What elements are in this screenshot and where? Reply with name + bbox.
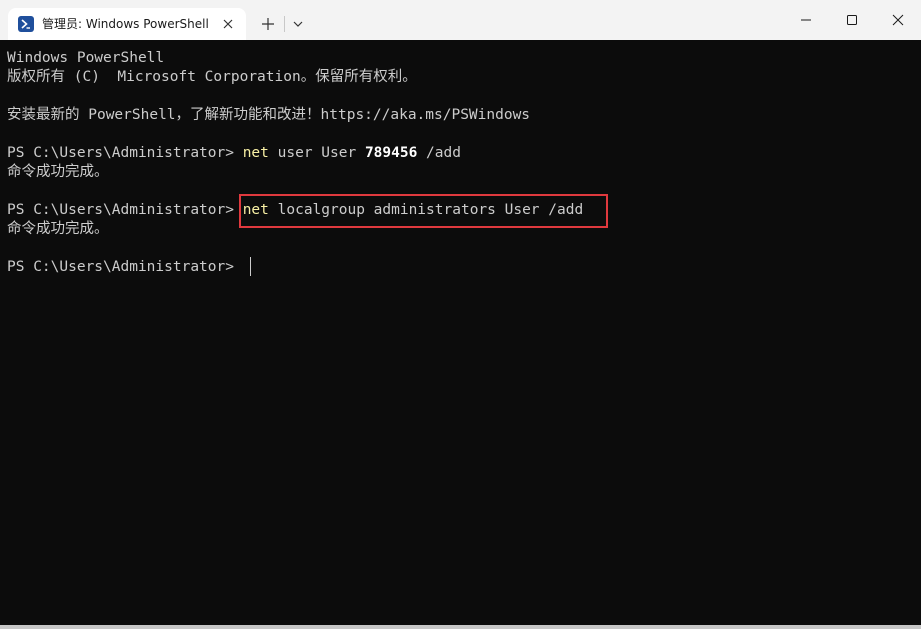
close-button[interactable] xyxy=(875,0,921,40)
prompt: PS C:\Users\Administrator> xyxy=(7,202,243,218)
maximize-button[interactable] xyxy=(829,0,875,40)
terminal-window: 管理员: Windows PowerShell Windows PowerShe… xyxy=(0,0,921,629)
command-name: net xyxy=(242,145,269,161)
title-bar: 管理员: Windows PowerShell xyxy=(0,0,921,40)
text-cursor xyxy=(250,257,251,276)
minimize-button[interactable] xyxy=(783,0,829,40)
chevron-down-icon[interactable] xyxy=(288,12,308,36)
header-line-2: 版权所有 (C) Microsoft Corporation。保留所有权利。 xyxy=(7,69,417,85)
minimize-icon xyxy=(801,19,811,21)
command-line-1: PS C:\Users\Administrator> net user User… xyxy=(7,144,461,163)
powershell-icon xyxy=(18,16,34,32)
horizontal-scrollbar[interactable] xyxy=(0,625,921,629)
terminal-output[interactable]: Windows PowerShell 版权所有 (C) Microsoft Co… xyxy=(0,40,921,625)
command-result-1: 命令成功完成。 xyxy=(7,164,109,180)
tab-separator xyxy=(284,16,285,32)
maximize-icon xyxy=(847,15,857,25)
tab-close-icon[interactable] xyxy=(220,16,236,32)
tab-powershell[interactable]: 管理员: Windows PowerShell xyxy=(8,8,246,40)
command-args-tail: /add xyxy=(417,145,461,161)
install-hint: 安装最新的 PowerShell，了解新功能和改进！https://aka.ms… xyxy=(7,107,531,123)
command-password: 789456 xyxy=(364,145,418,161)
tab-title: 管理员: Windows PowerShell xyxy=(42,17,209,31)
command-args: user User xyxy=(268,145,365,161)
current-prompt: PS C:\Users\Administrator> xyxy=(7,259,243,275)
close-icon xyxy=(892,14,904,26)
new-tab-plus-icon[interactable] xyxy=(256,12,280,36)
command-result-2: 命令成功完成。 xyxy=(7,221,109,237)
header-line-1: Windows PowerShell xyxy=(7,50,165,66)
highlight-annotation-box xyxy=(239,194,608,228)
prompt: PS C:\Users\Administrator> xyxy=(7,145,243,161)
